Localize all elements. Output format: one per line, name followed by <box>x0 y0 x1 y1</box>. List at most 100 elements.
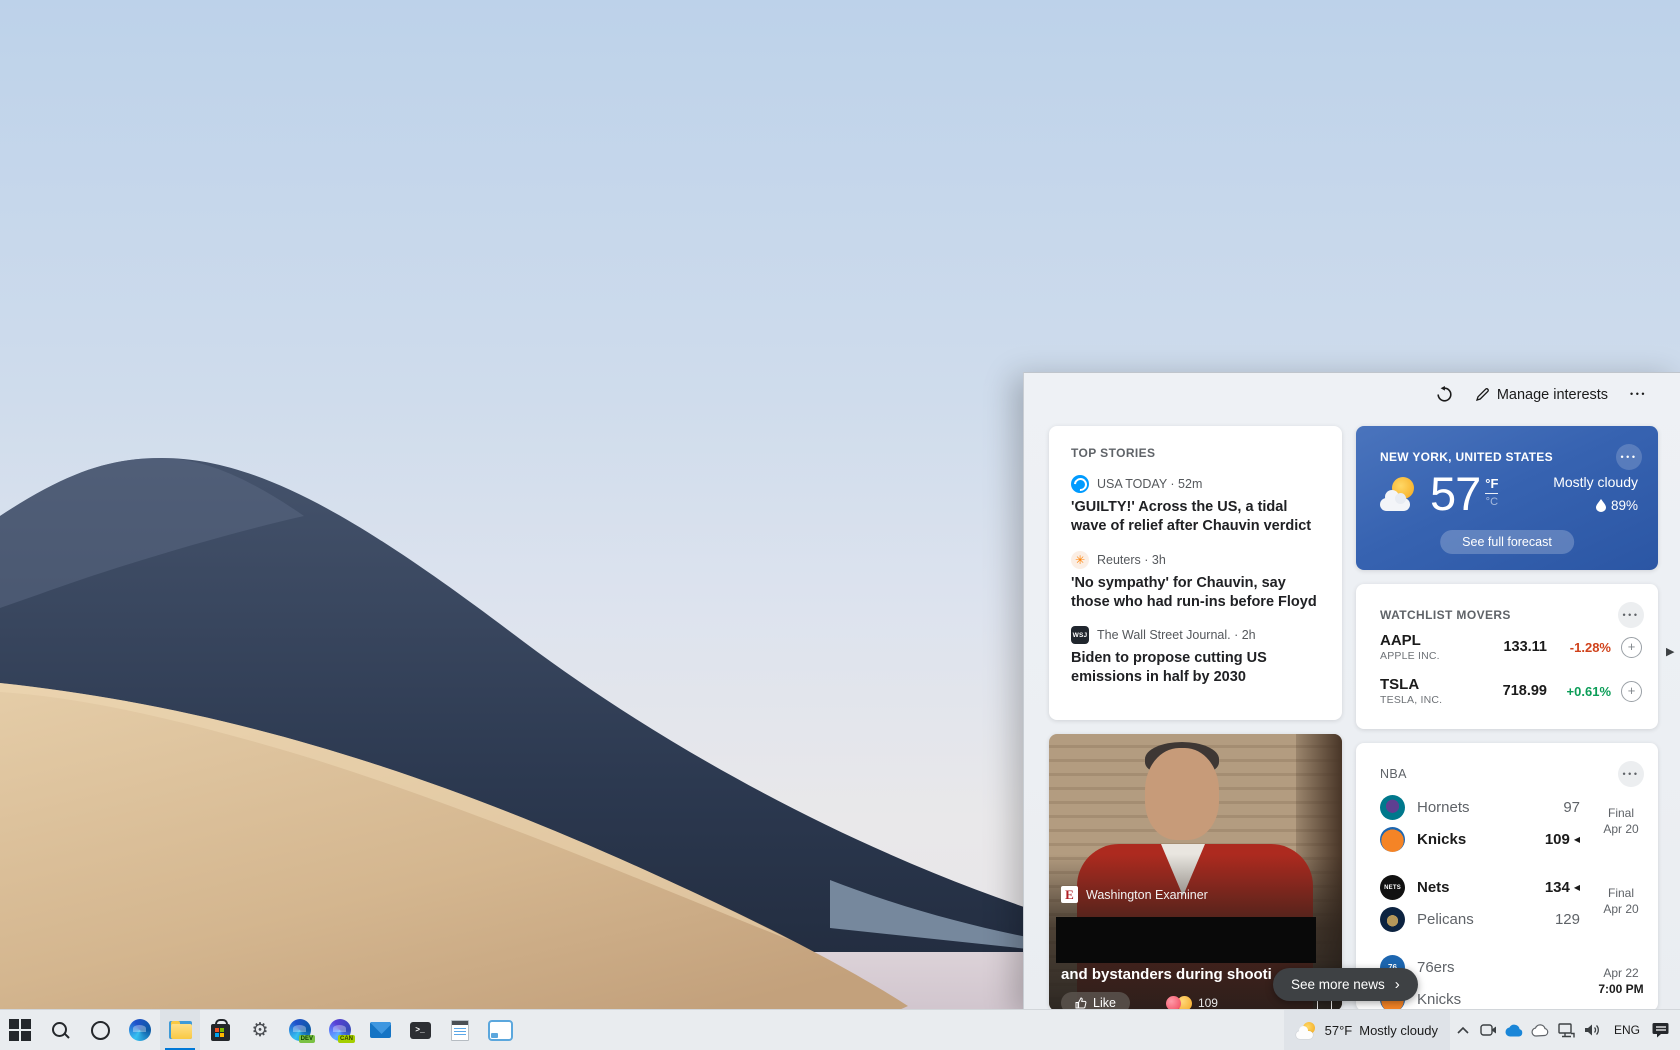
news-item[interactable]: USA TODAY · 52m 'GUILTY!' Across the US,… <box>1071 475 1320 536</box>
precipitation-value: 89% <box>1611 498 1638 513</box>
cortana-icon <box>91 1021 110 1040</box>
language-indicator[interactable]: ENG <box>1606 1023 1648 1037</box>
see-more-news-button[interactable]: See more news › <box>1273 968 1418 1001</box>
search-icon <box>51 1021 69 1039</box>
action-center-button[interactable] <box>1648 1010 1674 1050</box>
team-row[interactable]: Pelicans 129 <box>1380 907 1580 932</box>
watchlist-more-button[interactable]: ••• <box>1618 602 1644 628</box>
watchlist-title: WATCHLIST MOVERS <box>1380 608 1511 622</box>
weather-cloud-button[interactable] <box>1528 1010 1554 1050</box>
edge-button[interactable] <box>120 1010 160 1050</box>
unit-celsius[interactable]: °C <box>1486 496 1498 508</box>
meet-now-button[interactable] <box>1476 1010 1502 1050</box>
game-state: Final <box>1592 885 1650 901</box>
game-time: 7:00 PM <box>1592 981 1650 997</box>
edge-canary-button[interactable]: CAN <box>320 1010 360 1050</box>
panel-more-button[interactable]: ••• <box>1630 390 1647 399</box>
settings-button[interactable]: ⚙ <box>240 1010 280 1050</box>
add-to-watchlist-button[interactable]: + <box>1621 681 1642 702</box>
stock-price: 133.11 <box>1503 639 1547 655</box>
panel-header: Manage interests ••• <box>1436 386 1647 403</box>
weather-more-button[interactable]: ••• <box>1616 444 1642 470</box>
top-stories-content: TOP STORIES USA TODAY · 52m 'GUILTY!' Ac… <box>1049 426 1342 707</box>
usa-today-logo-icon <box>1071 475 1089 493</box>
news-headline[interactable]: Biden to propose cutting US emissions in… <box>1071 649 1320 687</box>
see-full-forecast-button[interactable]: See full forecast <box>1440 530 1574 554</box>
droplet-icon <box>1596 499 1606 512</box>
team-score: 134 <box>1545 879 1570 896</box>
video-source-row: E Washington Examiner <box>1061 886 1208 903</box>
stock-row[interactable]: AAPL APPLE INC. 133.11 -1.28% + <box>1380 632 1642 662</box>
team-name: Nets <box>1417 879 1450 896</box>
stock-symbol: AAPL <box>1380 632 1440 650</box>
game-date: Apr 20 <box>1592 901 1650 917</box>
news-item[interactable]: ✳ Reuters · 3h 'No sympathy' for Chauvin… <box>1071 551 1320 612</box>
news-source-row: USA TODAY · 52m <box>1071 475 1320 493</box>
nba-more-button[interactable]: ••• <box>1618 761 1644 787</box>
refresh-button[interactable] <box>1436 386 1453 403</box>
edge-canary-icon: CAN <box>329 1019 351 1041</box>
meet-now-icon <box>1480 1023 1497 1037</box>
cortana-button[interactable] <box>80 1010 120 1050</box>
team-name: Hornets <box>1417 799 1470 816</box>
edge-dev-icon: DEV <box>289 1019 311 1041</box>
manage-interests-label: Manage interests <box>1497 387 1608 403</box>
nba-title: NBA <box>1380 767 1407 781</box>
team-row[interactable]: Knicks 109 ◀ <box>1380 827 1580 852</box>
watchlist-title-row: WATCHLIST MOVERS ••• <box>1380 602 1644 628</box>
edge-dev-button[interactable]: DEV <box>280 1010 320 1050</box>
onedrive-cloud-icon <box>1505 1024 1524 1037</box>
notepad-button[interactable] <box>440 1010 480 1050</box>
news-source: The Wall Street Journal. · 2h <box>1097 628 1256 642</box>
file-explorer-button[interactable] <box>160 1010 200 1050</box>
news-item[interactable]: WSJ The Wall Street Journal. · 2h Biden … <box>1071 626 1320 687</box>
start-button[interactable] <box>0 1010 40 1050</box>
team-name: Pelicans <box>1417 911 1474 928</box>
nets-logo-icon: NETS <box>1380 875 1405 900</box>
team-name: Knicks <box>1417 831 1466 848</box>
tablet-app-button[interactable] <box>480 1010 520 1050</box>
desktop-screen: Manage interests ••• TOP STORIES USA TOD… <box>0 0 1680 1050</box>
stock-symbol: TSLA <box>1380 676 1442 694</box>
terminal-icon: >_ <box>410 1022 431 1039</box>
game-date: Apr 20 <box>1592 821 1650 837</box>
news-source-row: ✳ Reuters · 3h <box>1071 551 1320 569</box>
video-person-face <box>1145 748 1219 840</box>
news-source-row: WSJ The Wall Street Journal. · 2h <box>1071 626 1320 644</box>
windows-logo-icon <box>9 1019 31 1041</box>
search-button[interactable] <box>40 1010 80 1050</box>
news-headline[interactable]: 'No sympathy' for Chauvin, say those who… <box>1071 574 1320 612</box>
taskbar-weather-condition: Mostly cloudy <box>1359 1023 1438 1038</box>
team-row[interactable]: NETS Nets 134 ◀ <box>1380 875 1580 900</box>
add-to-watchlist-button[interactable]: + <box>1621 637 1642 658</box>
show-hidden-icons-button[interactable] <box>1450 1010 1476 1050</box>
taskbar-weather-icon <box>1296 1022 1318 1039</box>
news-and-interests-panel: Manage interests ••• TOP STORIES USA TOD… <box>1023 372 1680 1011</box>
weather-main-row: 57 °F °C Mostly cloudy 89% <box>1380 470 1638 517</box>
file-explorer-icon <box>169 1021 192 1039</box>
unit-fahrenheit[interactable]: °F <box>1485 476 1498 494</box>
news-headline[interactable]: 'GUILTY!' Across the US, a tidal wave of… <box>1071 498 1320 536</box>
onedrive-button[interactable] <box>1502 1010 1528 1050</box>
microsoft-store-button[interactable] <box>200 1010 240 1050</box>
stock-ids: AAPL APPLE INC. <box>1380 632 1440 662</box>
weather-temperature: 57 <box>1430 470 1480 517</box>
network-button[interactable] <box>1554 1010 1580 1050</box>
pencil-icon <box>1475 387 1490 402</box>
wsj-logo-icon: WSJ <box>1071 626 1089 644</box>
stock-row[interactable]: TSLA TESLA, INC. 718.99 +0.61% + <box>1380 676 1642 706</box>
stock-company: APPLE INC. <box>1380 650 1440 662</box>
weather-card[interactable]: NEW YORK, UNITED STATES ••• 57 °F °C Mos… <box>1356 426 1658 570</box>
video-source-label: Washington Examiner <box>1086 888 1208 902</box>
team-score: 129 <box>1555 911 1580 928</box>
manage-interests-button[interactable]: Manage interests <box>1475 387 1608 403</box>
terminal-button[interactable]: >_ <box>400 1010 440 1050</box>
carousel-next-arrow[interactable]: ▶ <box>1666 645 1674 658</box>
team-row[interactable]: Hornets 97 <box>1380 795 1580 820</box>
volume-button[interactable] <box>1580 1010 1606 1050</box>
news-source: Reuters · 3h <box>1097 553 1166 567</box>
chevron-right-icon: › <box>1395 977 1400 992</box>
mail-button[interactable] <box>360 1010 400 1050</box>
taskbar-weather-button[interactable]: 57°F Mostly cloudy <box>1284 1010 1450 1050</box>
pelicans-logo-icon <box>1380 907 1405 932</box>
